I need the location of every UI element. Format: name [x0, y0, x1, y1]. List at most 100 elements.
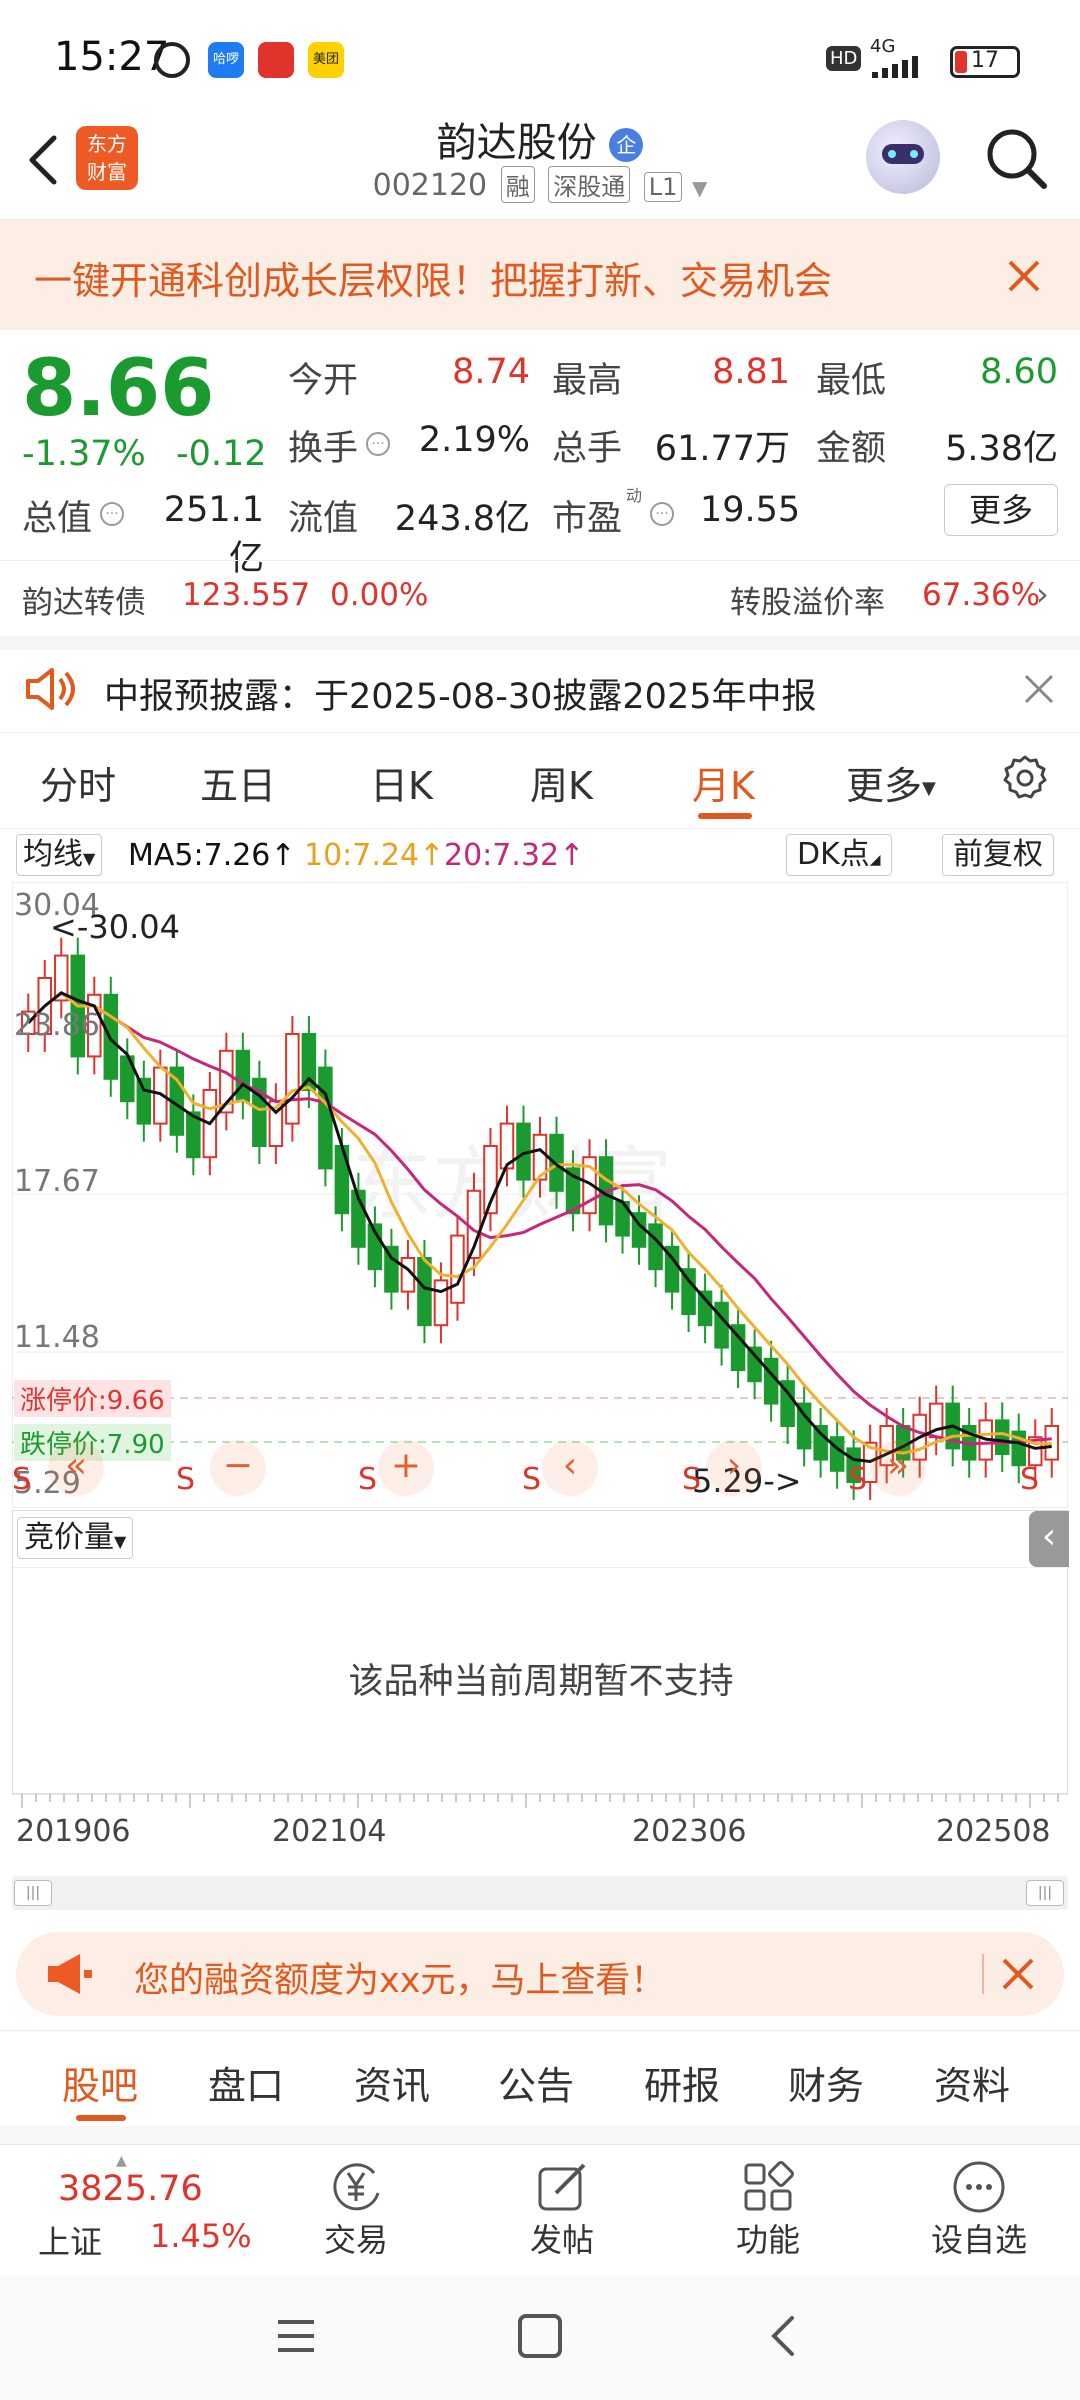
volume-label: 总手 — [552, 429, 623, 469]
range-handle-right[interactable]: ||| — [1026, 1880, 1064, 1906]
open-value: 8.74 — [452, 352, 530, 392]
nav-functions[interactable]: 功能 — [698, 2153, 838, 2263]
tab-intraday[interactable]: 分时 — [40, 755, 116, 810]
x-label: 202104 — [272, 1814, 387, 1849]
system-nav-bar — [0, 2276, 1080, 2400]
more-dots-icon — [951, 2159, 1007, 2215]
convertible-row[interactable]: 韵达转债 123.557 0.00% 转股溢价率 67.36% › — [0, 565, 1080, 635]
last-page-icon[interactable]: » — [870, 1440, 926, 1496]
robot-avatar-icon[interactable] — [866, 120, 940, 194]
chevron-down-icon: ▼ — [691, 176, 708, 200]
tab-five-day[interactable]: 五日 — [200, 755, 276, 810]
last-price: 8.66 — [22, 344, 215, 434]
enterprise-badge: 企 — [609, 128, 644, 162]
signal-marker: S — [358, 1462, 378, 1497]
turnover-label: 换手 — [288, 429, 359, 469]
battery-level: 17 — [971, 48, 999, 73]
tab-forum[interactable]: 股吧 — [62, 2055, 138, 2110]
nav-post[interactable]: 发帖 — [492, 2153, 632, 2263]
info-icon: ··· — [100, 502, 124, 526]
nav-add-watchlist[interactable]: 设自选 — [904, 2153, 1054, 2263]
tab-weekly-k[interactable]: 周K — [530, 755, 593, 810]
adjust-button[interactable]: 前复权 — [942, 834, 1054, 876]
info-icon: ··· — [650, 502, 674, 526]
change-percent: -1.37% — [22, 434, 146, 474]
banner-divider — [982, 1954, 984, 1994]
megaphone-icon — [44, 1952, 94, 1996]
next-icon[interactable]: › — [706, 1440, 762, 1496]
candle-body — [747, 1346, 762, 1383]
index-pct: 1.45% — [150, 2217, 252, 2255]
volume-unsupported-message: 该品种当前周期暂不支持 — [348, 1662, 734, 1702]
volume-selector[interactable]: 竞价量▼ — [17, 1517, 134, 1559]
notice-bar[interactable]: 中报预披露：于2025-08-30披露2025年中报 — [0, 650, 1080, 730]
gear-icon[interactable] — [1000, 753, 1050, 803]
tab-orderbook[interactable]: 盘口 — [208, 2055, 284, 2110]
x-label: 201906 — [16, 1814, 131, 1849]
ma-selector[interactable]: 均线▼ — [16, 834, 103, 876]
caret-down-icon: ▼ — [922, 778, 936, 799]
signal-marker: S — [176, 1462, 196, 1497]
close-icon[interactable] — [1004, 256, 1044, 296]
y-label-2: 23.86 — [14, 1008, 100, 1043]
nav-functions-label: 功能 — [735, 2221, 800, 2259]
divider — [0, 560, 1080, 561]
more-button[interactable]: 更多 — [944, 484, 1058, 536]
home-icon[interactable] — [518, 2314, 562, 2358]
tab-daily-k[interactable]: 日K — [370, 755, 433, 810]
tab-financials[interactable]: 财务 — [788, 2055, 864, 2110]
index-widget[interactable]: ▲ 3825.76 上证 1.45% — [20, 2153, 260, 2263]
close-icon[interactable] — [1000, 1956, 1036, 1992]
volume-value: 61.77万 — [654, 429, 790, 469]
amount-label: 金额 — [816, 429, 887, 469]
info-tabs: 股吧 盘口 资讯 公告 研报 财务 资料 — [0, 2031, 1080, 2126]
alarm-icon — [154, 42, 190, 78]
first-page-icon[interactable]: « — [48, 1440, 104, 1496]
volume-selector-label: 竞价量 — [24, 1520, 114, 1555]
caret-down-icon: ▼ — [114, 1532, 127, 1551]
float-value: 243.8亿 — [394, 499, 530, 539]
caret-down-icon: ▼ — [83, 849, 96, 868]
stock-name: 韵达股份 — [436, 120, 597, 166]
nav-trade[interactable]: 交易 — [286, 2153, 426, 2263]
tab-profile[interactable]: 资料 — [934, 2055, 1010, 2110]
tab-more[interactable]: 更多▼ — [846, 755, 936, 810]
yen-icon — [328, 2159, 384, 2215]
range-handle-left[interactable]: ||| — [14, 1880, 52, 1906]
promo-banner[interactable]: 一键开通科创成长层权限！把握打新、交易机会 — [0, 220, 1080, 330]
menu-icon[interactable] — [274, 2316, 318, 2356]
range-scrollbar[interactable]: ||| ||| — [12, 1876, 1068, 1910]
ma20-legend: 20:7.32↑ — [444, 838, 585, 873]
candle-body — [648, 1223, 663, 1271]
financing-text: 您的融资额度为xx元，马上查看！ — [134, 1961, 666, 2001]
x-label: 202306 — [632, 1814, 747, 1849]
tab-research[interactable]: 研报 — [644, 2055, 720, 2110]
info-icon: ··· — [366, 432, 390, 456]
limit-up-label: 涨停价:9.66 — [14, 1380, 171, 1417]
status-bar: 15:27 哈啰 美团 HD 4G 17 — [0, 0, 1080, 110]
index-name: 上证 — [38, 2223, 103, 2261]
kline-chart[interactable]: 东方财富 30.04 23.86 17.67 11.48 5.29 <-30.0… — [12, 882, 1068, 1508]
mktcap-label: 总值 — [22, 499, 93, 539]
tab-monthly-k[interactable]: 月K — [692, 755, 755, 810]
prev-icon[interactable]: ‹ — [542, 1440, 598, 1496]
candle-body — [136, 1077, 152, 1125]
close-icon[interactable] — [1022, 672, 1056, 706]
dk-button[interactable]: DK点◢ — [786, 834, 892, 876]
divider — [0, 2126, 1080, 2144]
tab-announcements[interactable]: 公告 — [498, 2055, 574, 2110]
tab-news[interactable]: 资讯 — [354, 2055, 430, 2110]
ma10-legend: 10:7.24↑ — [304, 838, 445, 873]
candle-body — [813, 1425, 828, 1461]
collapse-side-button[interactable]: ‹ — [1029, 1511, 1069, 1567]
hd-badge: HD — [826, 46, 862, 71]
candle-body — [433, 1279, 449, 1327]
candle-body — [417, 1257, 432, 1327]
back-icon[interactable] — [766, 2314, 802, 2358]
zoom-out-icon[interactable]: − — [210, 1440, 266, 1496]
financing-banner[interactable]: 您的融资额度为xx元，马上查看！ — [16, 1932, 1064, 2016]
zoom-in-icon[interactable]: + — [378, 1440, 434, 1496]
turnover-value: 2.19% — [418, 420, 530, 460]
search-icon[interactable] — [982, 124, 1052, 194]
high-value: 8.81 — [712, 352, 790, 392]
